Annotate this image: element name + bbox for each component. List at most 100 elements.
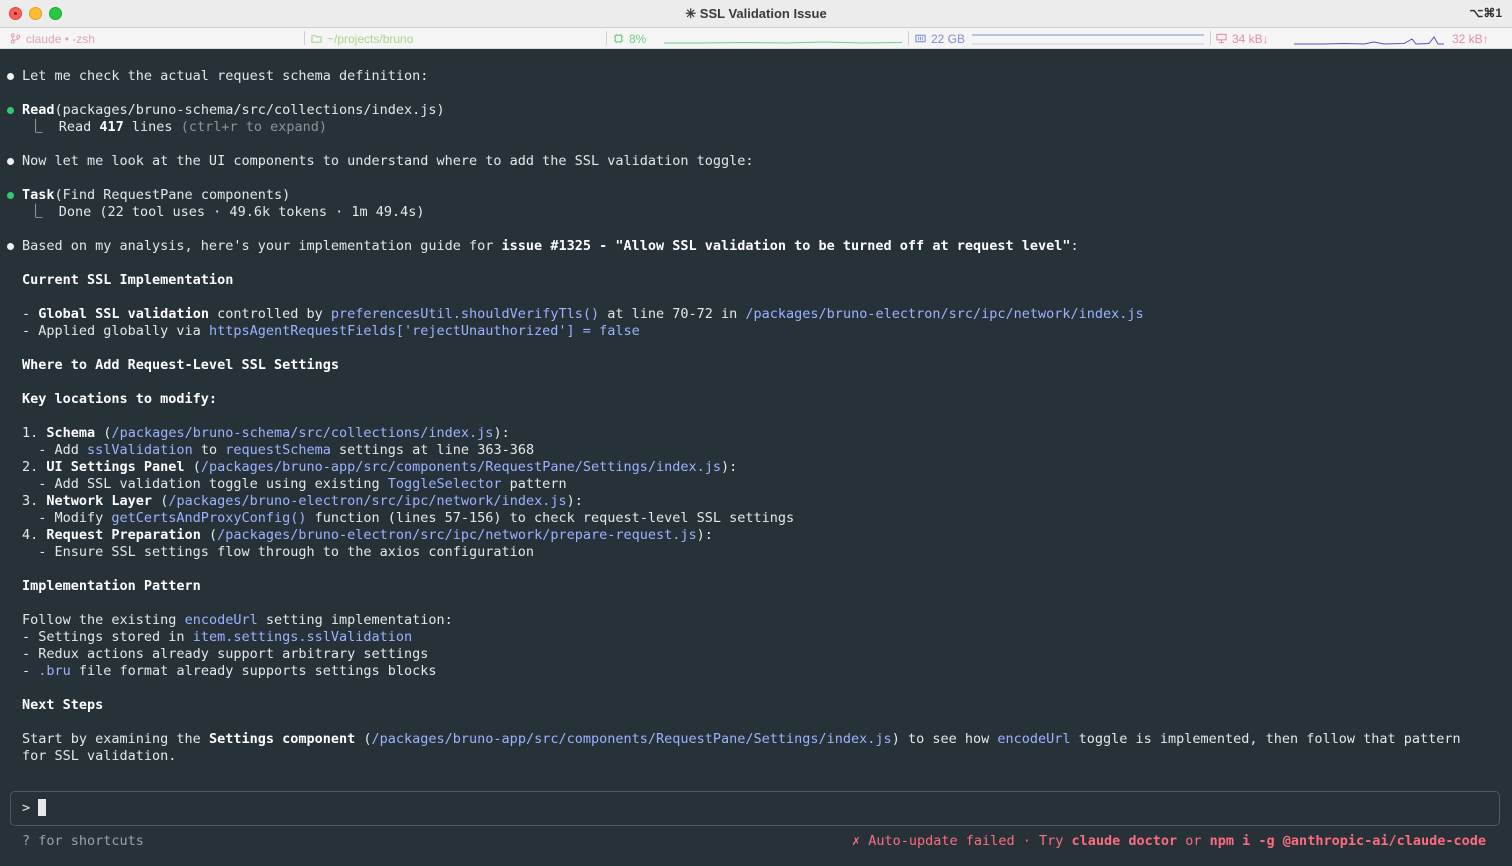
text-run: Start by examining the [22, 731, 209, 747]
memory-icon [915, 34, 926, 43]
text-run: at line 70-72 in [599, 306, 746, 322]
transcript-line: Current SSL Implementation [22, 272, 233, 289]
prompt-input[interactable]: > [10, 791, 1500, 826]
bold-text: Request Preparation [46, 527, 201, 543]
cpu-icon [613, 33, 624, 44]
shortcuts-hint: ? for shortcuts [22, 833, 144, 849]
status-net-down-label: 34 kB↓ [1232, 31, 1269, 46]
text-run: - Settings stored in [22, 629, 193, 645]
transcript-line: Next Steps [22, 697, 103, 714]
text-run: 4. [22, 527, 47, 543]
text-run: Let me check the actual request schema d… [22, 68, 429, 84]
network-sparkline [1294, 36, 1444, 45]
status-shell[interactable]: claude • -zsh [10, 31, 95, 46]
code-reference: ToggleSelector [387, 476, 502, 492]
memory-sparkline [972, 34, 1204, 45]
status-cwd-label: ~/projects/bruno [327, 31, 414, 46]
bold-text: Global SSL validation [38, 306, 209, 322]
message-bullet [7, 243, 14, 250]
text-run: for SSL validation. [22, 748, 177, 764]
text-run: ): [566, 493, 583, 509]
text-run: - Ensure SSL settings flow through to th… [22, 544, 535, 560]
transcript-line: - Add SSL validation toggle using existi… [22, 476, 567, 493]
status-net-down[interactable]: 34 kB↓ [1216, 31, 1269, 46]
bold-text: issue #1325 - "Allow SSL validation to b… [501, 238, 1071, 254]
code-reference: item.settings.sslValidation [192, 629, 413, 645]
update-command-doctor[interactable]: claude doctor [1071, 833, 1177, 849]
transcript-line: ⎿ Read 417 lines (ctrl+r to expand) [29, 119, 327, 136]
update-warning: ✗ Auto-update failed · Try claude doctor… [852, 833, 1486, 849]
transcript-line: - Redux actions already support arbitrar… [22, 646, 428, 663]
transcript-line: Implementation Pattern [22, 578, 201, 595]
divider [606, 31, 607, 45]
text-run: - [22, 663, 39, 679]
transcript-line: - Global SSL validation controlled by pr… [22, 306, 1144, 323]
transcript-line: - Applied globally via httpsAgentRequest… [22, 323, 640, 340]
transcript-line: 4. Request Preparation (/packages/bruno-… [22, 527, 713, 544]
code-reference: /packages/bruno-app/src/components/Reque… [200, 459, 721, 475]
text-run: ( [152, 493, 169, 509]
text-run: : [1070, 238, 1079, 254]
text-run: toggle is implemented, then follow that … [1070, 731, 1461, 747]
tool-status-dot [7, 107, 14, 114]
transcript-line: Let me check the actual request schema d… [22, 68, 428, 85]
text-run: file format already supports settings bl… [70, 663, 437, 679]
text-run: - Modify [22, 510, 112, 526]
divider [908, 31, 909, 45]
status-cpu[interactable]: 8% [613, 31, 646, 46]
code-reference: /packages/bruno-electron/src/ipc/network… [745, 306, 1144, 322]
bold-text: Next Steps [22, 697, 104, 713]
window-shortcut: ⌥⌘1 [1469, 6, 1502, 20]
bold-text: Network Layer [46, 493, 153, 509]
code-reference: .bru [38, 663, 71, 679]
title-bar: ✳ SSL Validation Issue ⌥⌘1 [0, 0, 1512, 28]
text-run: 3. [22, 493, 47, 509]
code-reference: getCertsAndProxyConfig() [111, 510, 307, 526]
text-run: - Add [22, 442, 88, 458]
text-run: - Applied globally via [22, 323, 209, 339]
window-title: ✳ SSL Validation Issue [685, 6, 827, 21]
divider [304, 31, 305, 45]
code-reference: httpsAgentRequestFields['rejectUnauthori… [208, 323, 640, 339]
bold-text: Where to Add Request-Level SSL Settings [22, 357, 339, 373]
bold-text: UI Settings Panel [46, 459, 185, 475]
divider [1210, 31, 1211, 45]
code-reference: /packages/bruno-app/src/components/Reque… [371, 731, 892, 747]
text-run: ( [200, 527, 218, 543]
code-reference: preferencesUtil.shouldVerifyTls() [330, 306, 600, 322]
text-run: ): [721, 459, 738, 475]
status-mem[interactable]: 22 GB [915, 31, 965, 46]
bold-text: Implementation Pattern [22, 578, 201, 594]
update-command-npm[interactable]: npm i -g @anthropic-ai/claude-code [1210, 833, 1486, 849]
update-warning-or: or [1177, 833, 1210, 849]
transcript-line: - Settings stored in item.settings.sslVa… [22, 629, 412, 646]
status-bar: claude • -zsh ~/projects/bruno 8% 22 GB … [0, 28, 1512, 49]
branch-icon [10, 33, 21, 44]
text-run: ⎿ Done (22 tool uses · 49.6k tokens · 1m… [29, 204, 425, 220]
text-run: ( [184, 459, 201, 475]
code-reference: /packages/bruno-schema/src/collections/i… [111, 425, 494, 441]
prompt-symbol: > [22, 800, 31, 816]
text-run: setting implementation: [257, 612, 453, 628]
status-cwd[interactable]: ~/projects/bruno [311, 31, 413, 46]
text-cursor [38, 799, 46, 816]
text-run: Based on my analysis, here's your implem… [22, 238, 502, 254]
tool-status-dot [7, 192, 14, 199]
text-run: ( [95, 425, 112, 441]
code-reference: encodeUrl [184, 612, 258, 628]
transcript-line: Follow the existing encodeUrl setting im… [22, 612, 453, 629]
text-run: controlled by [208, 306, 331, 322]
transcript-line: ⎿ Done (22 tool uses · 49.6k tokens · 1m… [29, 204, 425, 221]
transcript-line: - Add sslValidation to requestSchema set… [22, 442, 534, 459]
transcript-line: - Modify getCertsAndProxyConfig() functi… [22, 510, 794, 527]
bold-text: Settings component [208, 731, 356, 747]
transcript-line: Start by examining the Settings componen… [22, 731, 1461, 748]
code-reference: encodeUrl [997, 731, 1071, 747]
text-run: ( [355, 731, 372, 747]
transcript-line: Task(Find RequestPane components) [22, 187, 290, 204]
text-run: pattern [501, 476, 567, 492]
text-run: Now let me look at the UI components to … [22, 153, 754, 169]
text-run: - Redux actions already support arbitrar… [22, 646, 429, 662]
transcript-line: 1. Schema (/packages/bruno-schema/src/co… [22, 425, 510, 442]
transcript-line: - Ensure SSL settings flow through to th… [22, 544, 534, 561]
